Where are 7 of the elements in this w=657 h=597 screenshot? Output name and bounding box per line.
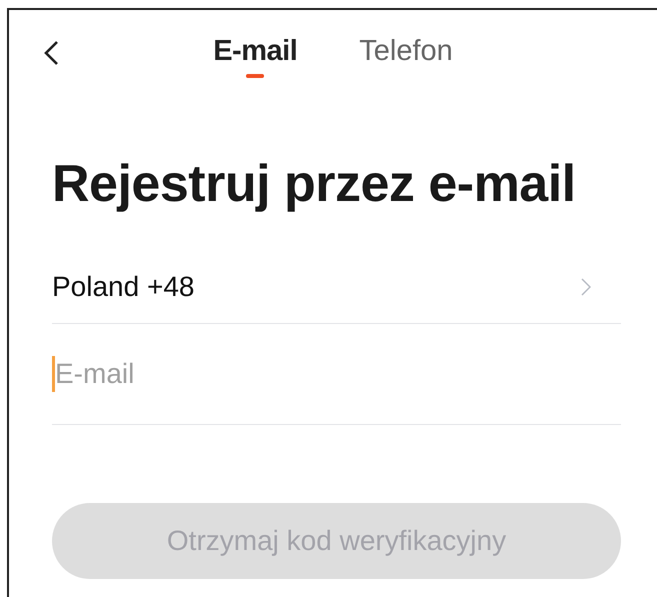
back-icon[interactable] — [43, 40, 59, 66]
country-selector[interactable]: Poland +48 — [52, 250, 621, 324]
tab[interactable]: E-mail — [213, 34, 298, 78]
tab[interactable]: Telefon — [359, 34, 453, 78]
page-title: Rejestruj przez e-mail — [52, 154, 577, 215]
chevron-right-icon — [581, 278, 591, 296]
email-field[interactable]: E-mail — [52, 356, 621, 392]
